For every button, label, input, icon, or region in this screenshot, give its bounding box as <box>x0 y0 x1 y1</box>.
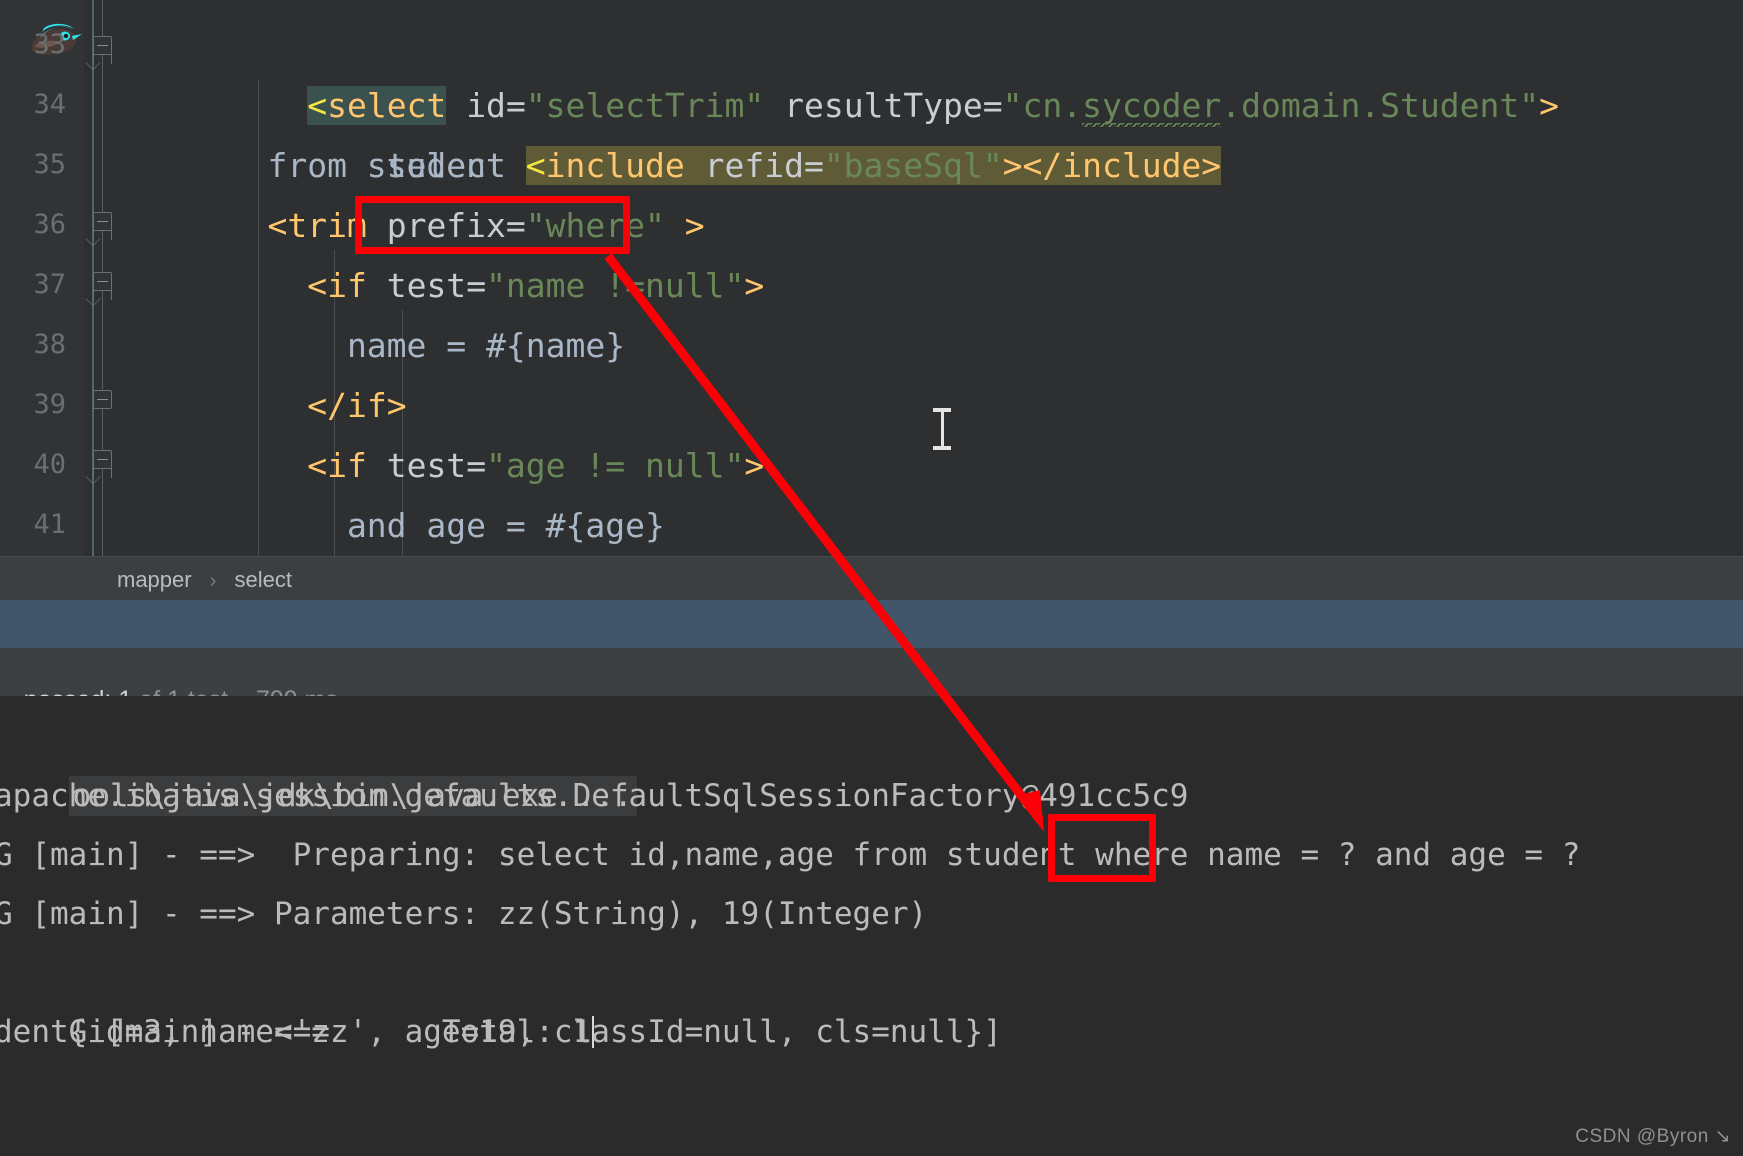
console-output[interactable]: ools\java\jdk\bin\java.exe ... apache.ib… <box>0 696 1743 1156</box>
code-line-39[interactable]: </if> <box>0 376 1743 436</box>
console-line: G [main] - ==> Preparing: select id,name… <box>0 826 1580 885</box>
console-line: G [main] - ==> Parameters: zz(String), 1… <box>0 885 927 944</box>
code-line-34[interactable]: select <include refid="baseSql"></includ… <box>0 76 1743 136</box>
console-line: apache.ibatis.session.defaults.DefaultSq… <box>0 767 1188 826</box>
text-cursor-icon <box>933 408 951 450</box>
csdn-watermark: CSDN @Byron ↘ <box>1575 1125 1731 1148</box>
code-line-35[interactable]: from student <box>0 136 1743 196</box>
selected-test-row[interactable] <box>0 600 1743 648</box>
code-line-33[interactable]: <select id="selectTrim" resultType="cn.s… <box>0 16 1743 76</box>
chevron-right-icon: › <box>210 570 217 592</box>
code-line-40[interactable]: <if test="age != null"> <box>0 436 1743 496</box>
code-editor[interactable]: 33 34 35 36 37 38 39 40 41 <select id="s… <box>0 0 1743 556</box>
code-line-36[interactable]: <trim prefix="where" > <box>0 196 1743 256</box>
code-line-41[interactable]: and age = #{age} <box>0 496 1743 556</box>
test-status-bar: passed: 1 of 1 test – 799 ms <box>0 648 1743 696</box>
code-line-37[interactable]: <if test="name !=null"> <box>0 256 1743 316</box>
console-line: dent{id=3, name='zz', age=19, classId=nu… <box>0 1003 1002 1062</box>
breadcrumb[interactable]: mapper › select <box>0 556 1743 601</box>
breadcrumb-item-mapper[interactable]: mapper <box>117 567 192 592</box>
code-line-38[interactable]: name = #{name} <box>0 316 1743 376</box>
breadcrumb-item-select[interactable]: select <box>235 567 292 592</box>
